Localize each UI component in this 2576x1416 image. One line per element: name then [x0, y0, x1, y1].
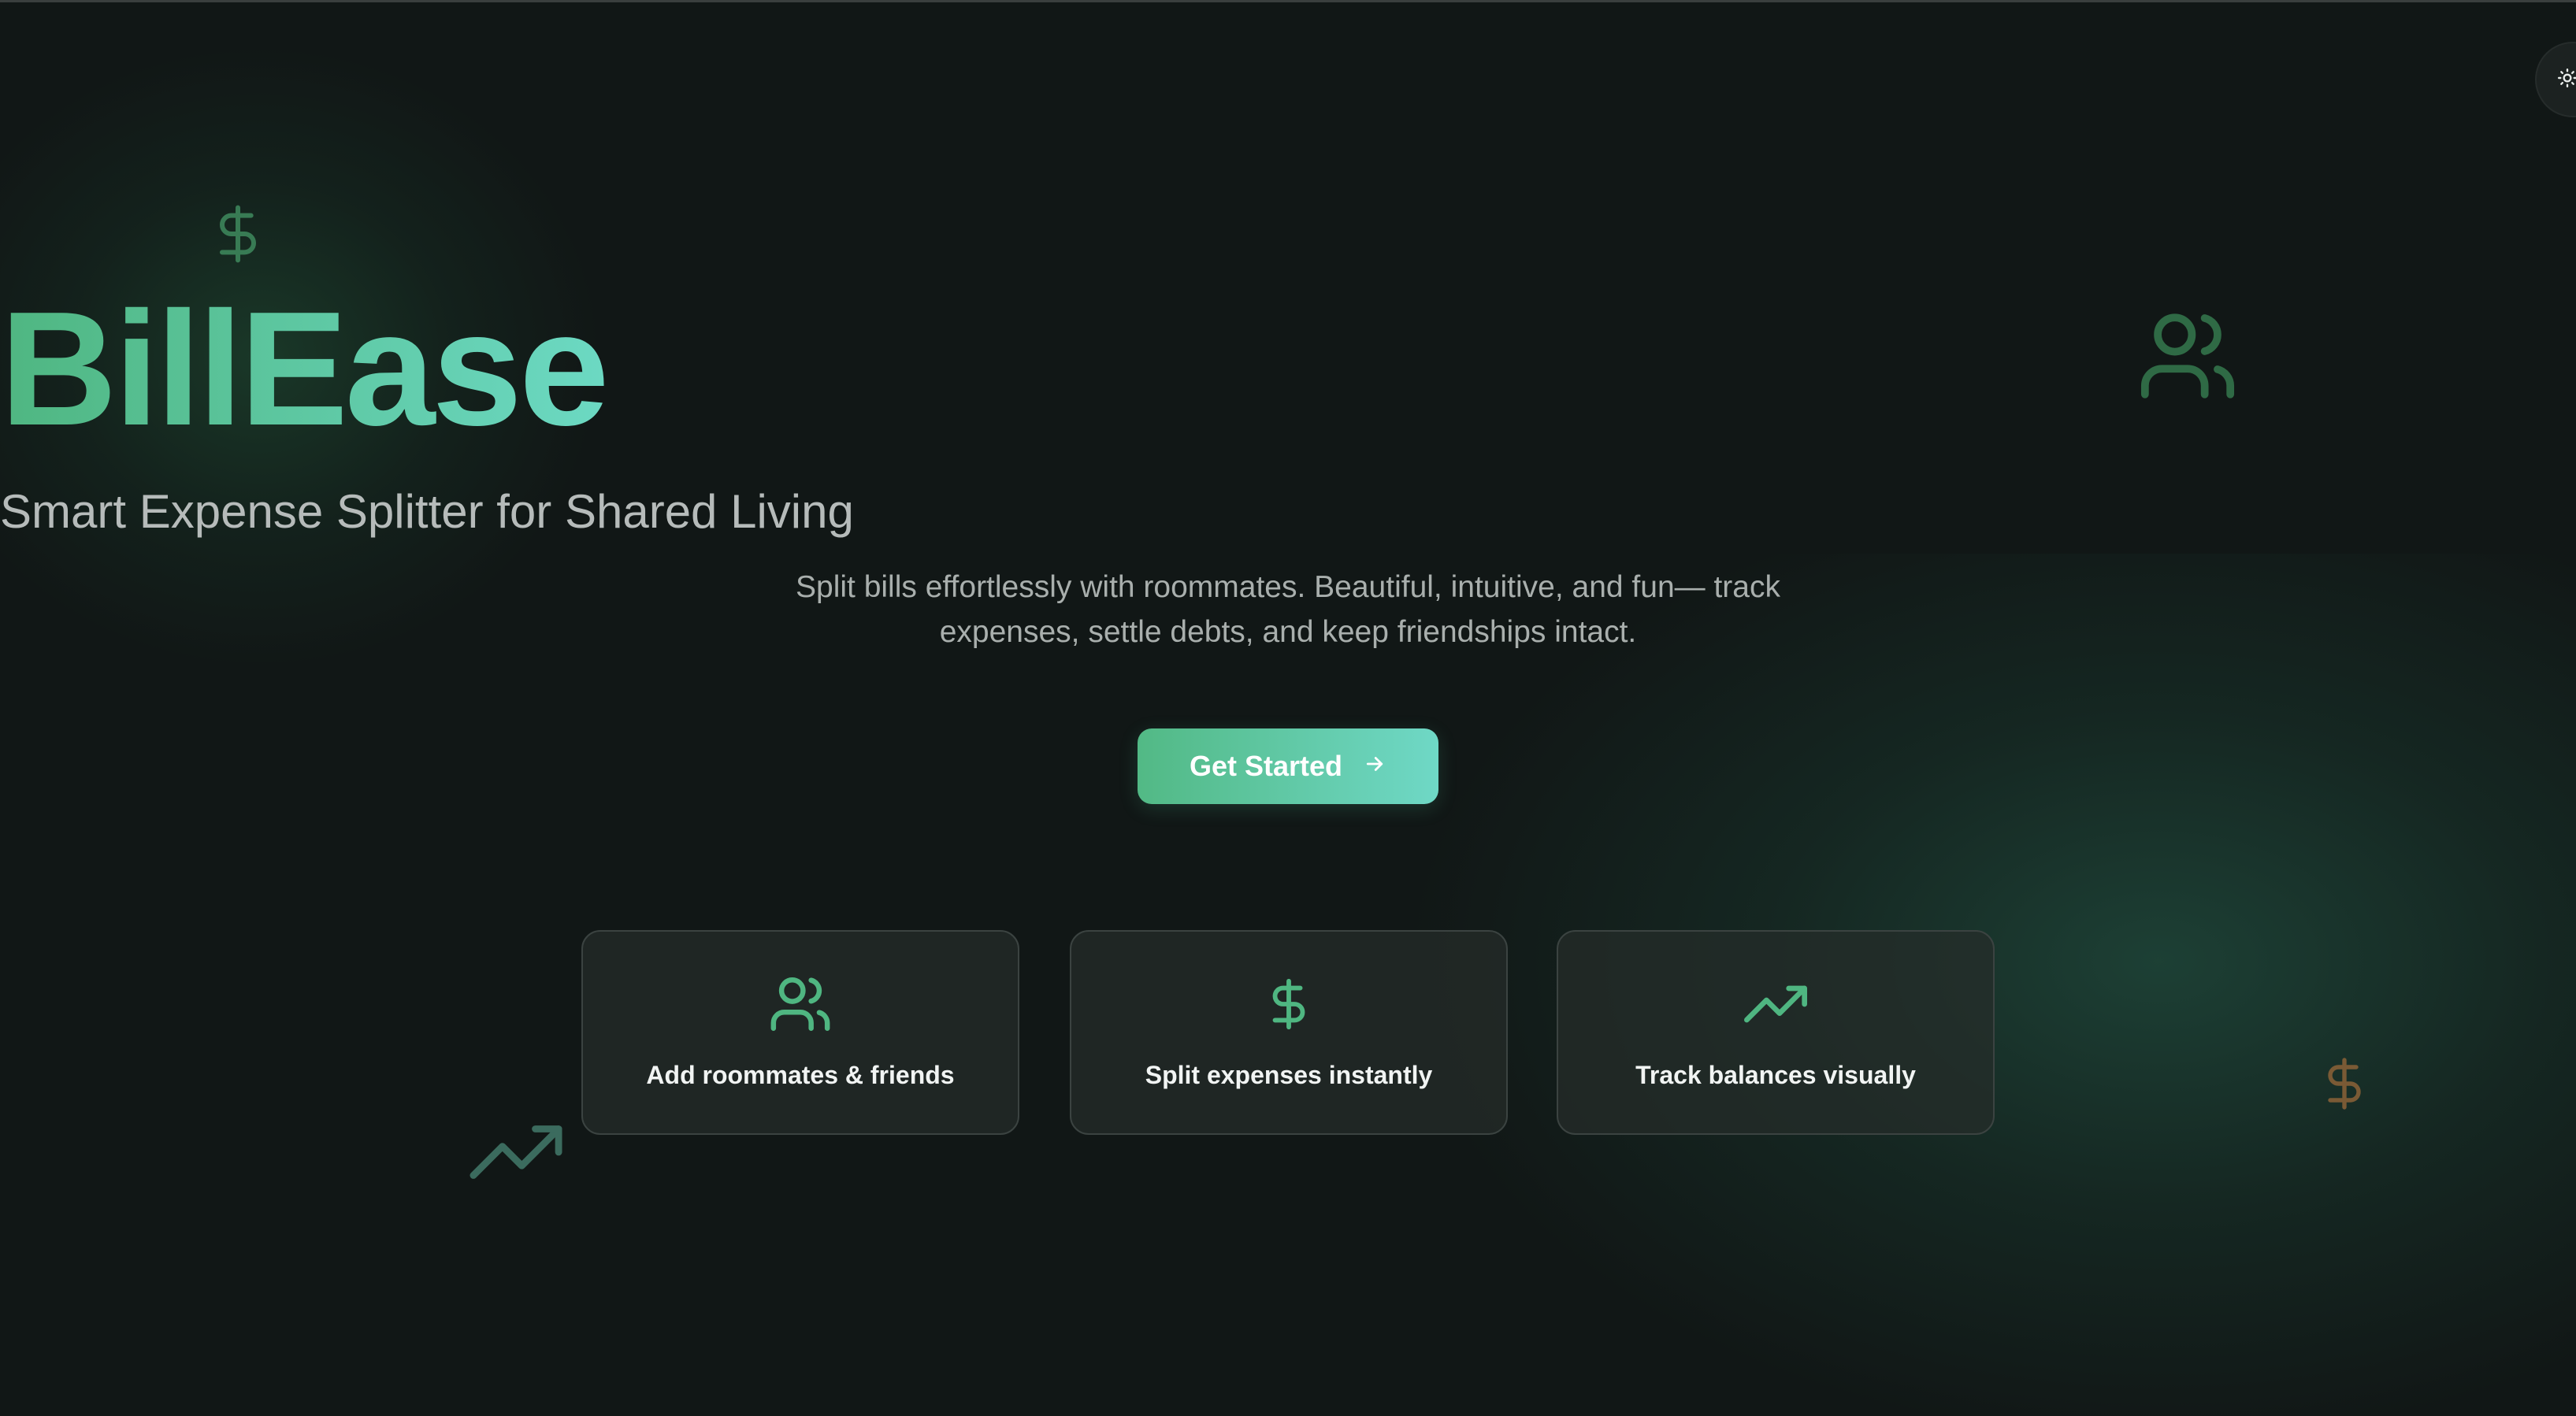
feature-card-track: Track balances visually [1557, 930, 1995, 1135]
get-started-label: Get Started [1189, 750, 1343, 782]
feature-label: Add roommates & friends [646, 1061, 955, 1089]
trending-up-icon [1744, 973, 1807, 1036]
trending-up-icon [470, 1121, 562, 1188]
feature-label: Track balances visually [1635, 1061, 1916, 1089]
dollar-sign-icon [206, 195, 269, 277]
app-title-text: BillEase [0, 278, 610, 459]
arrow-right-icon [1363, 750, 1386, 783]
users-icon [768, 973, 833, 1036]
dollar-sign-icon [1261, 973, 1316, 1036]
app-description: Split bills effortlessly with roommates.… [796, 570, 1780, 649]
theme-toggle-button[interactable] [2535, 42, 2576, 117]
app-subtitle: Smart Expense Splitter for Shared Living [0, 485, 854, 538]
sun-icon [2557, 68, 2576, 92]
landing-page: BillEase Smart Expense Splitter for Shar… [0, 0, 2576, 1416]
get-started-button[interactable]: Get Started [1138, 728, 1438, 804]
feature-card-split: Split expenses instantly [1070, 930, 1508, 1135]
app-title: BillEase [0, 287, 2576, 450]
feature-label: Split expenses instantly [1145, 1061, 1433, 1089]
feature-card-roommates: Add roommates & friends [581, 930, 1019, 1135]
dollar-sign-icon [2316, 1048, 2373, 1123]
